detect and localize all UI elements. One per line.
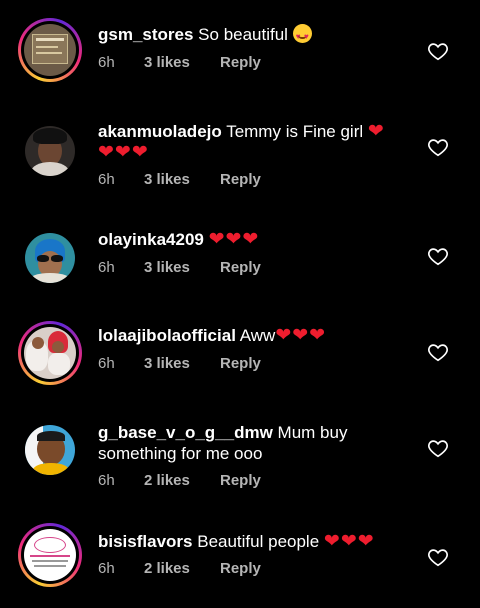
comment-time: 6h xyxy=(98,355,115,372)
comment-likes[interactable]: 3 likes xyxy=(144,355,220,372)
comment-likes[interactable]: 2 likes xyxy=(144,560,220,577)
comment-text: Beautiful people xyxy=(197,532,320,551)
comment-time: 6h xyxy=(98,171,115,188)
reply-button[interactable]: Reply xyxy=(220,560,261,577)
comment-username[interactable]: akanmuoladejo xyxy=(98,122,222,141)
comment-text: Aww xyxy=(239,326,276,345)
comment-hearts: ❤❤❤ xyxy=(208,229,260,250)
comment-likes[interactable]: 2 likes xyxy=(144,472,220,489)
reply-button[interactable]: Reply xyxy=(220,355,261,372)
avatar[interactable] xyxy=(18,18,82,82)
comment-username[interactable]: olayinka4209 xyxy=(98,230,204,249)
comment-time: 6h xyxy=(98,54,115,71)
comment-username[interactable]: lolaajibolaofficial xyxy=(98,326,236,345)
avatar[interactable] xyxy=(18,321,82,385)
comment-text: So beautiful xyxy=(198,25,288,44)
heart-eyes-emoji-icon xyxy=(292,24,312,47)
avatar[interactable] xyxy=(18,523,82,587)
heart-outline-icon[interactable] xyxy=(427,341,449,363)
heart-outline-icon[interactable] xyxy=(427,40,449,62)
comment-username[interactable]: gsm_stores xyxy=(98,25,193,44)
avatar[interactable] xyxy=(18,226,82,290)
heart-outline-icon[interactable] xyxy=(427,245,449,267)
comment-username[interactable]: bisisflavors xyxy=(98,532,193,551)
heart-outline-icon[interactable] xyxy=(427,136,449,158)
brand-logo xyxy=(34,537,66,553)
comment-likes[interactable]: 3 likes xyxy=(144,171,220,188)
avatar[interactable] xyxy=(18,119,82,183)
reply-button[interactable]: Reply xyxy=(220,54,261,71)
comment-text: Temmy is Fine girl xyxy=(226,122,364,141)
comment-username[interactable]: g_base_v_o_g__dmw xyxy=(98,423,273,442)
avatar[interactable] xyxy=(18,418,82,482)
comment-time: 6h xyxy=(98,560,115,577)
comment-hearts: ❤❤❤ xyxy=(323,531,375,552)
comment-likes[interactable]: 3 likes xyxy=(144,259,220,276)
comment-hearts: ❤❤❤ xyxy=(275,325,327,346)
reply-button[interactable]: Reply xyxy=(220,472,261,489)
reply-button[interactable]: Reply xyxy=(220,171,261,188)
heart-outline-icon[interactable] xyxy=(427,546,449,568)
comment-likes[interactable]: 3 likes xyxy=(144,54,220,71)
reply-button[interactable]: Reply xyxy=(220,259,261,276)
comment-time: 6h xyxy=(98,472,115,489)
comment-time: 6h xyxy=(98,259,115,276)
heart-outline-icon[interactable] xyxy=(427,437,449,459)
